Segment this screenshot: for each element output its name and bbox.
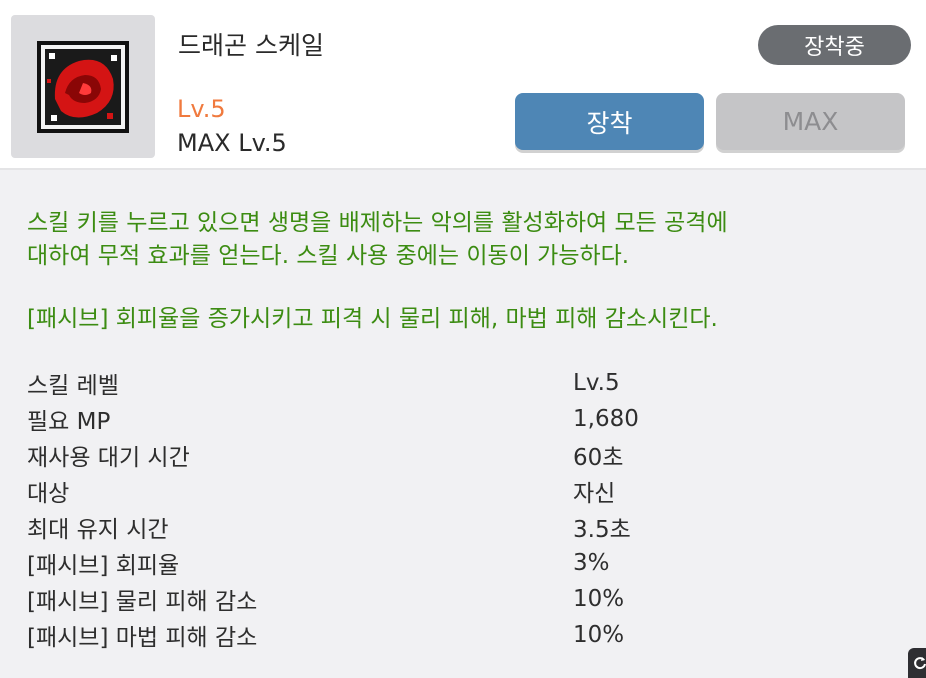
stat-row: 대상 자신 bbox=[27, 473, 887, 509]
refresh-icon[interactable] bbox=[908, 648, 926, 678]
stat-label: 최대 유지 시간 bbox=[27, 517, 169, 543]
header-divider bbox=[0, 168, 926, 170]
stat-label: [패시브] 물리 피해 감소 bbox=[27, 589, 258, 615]
dragon-skill-icon bbox=[37, 40, 129, 133]
stat-value: 3% bbox=[573, 550, 610, 576]
equip-button[interactable]: 장착 bbox=[515, 93, 704, 150]
stat-value: 3.5초 bbox=[573, 517, 631, 543]
stat-row: 재사용 대기 시간 60초 bbox=[27, 437, 887, 473]
passive-description: [패시브] 회피율을 증가시키고 피격 시 물리 피해, 마법 피해 감소시킨다… bbox=[27, 306, 718, 332]
stat-label: 대상 bbox=[27, 481, 70, 507]
equipped-badge: 장착중 bbox=[758, 25, 911, 65]
stat-row: [패시브] 회피율 3% bbox=[27, 545, 887, 581]
skill-description: 스킬 키를 누르고 있으면 생명을 배제하는 악의를 활성화하여 모든 공격에 … bbox=[27, 207, 907, 273]
stat-row: 필요 MP 1,680 bbox=[27, 401, 887, 437]
stat-row: [패시브] 물리 피해 감소 10% bbox=[27, 581, 887, 617]
stat-value: 10% bbox=[573, 622, 625, 648]
stat-label: 스킬 레벨 bbox=[27, 373, 119, 399]
max-level: MAX Lv.5 bbox=[177, 129, 287, 157]
stat-row: [패시브] 마법 피해 감소 10% bbox=[27, 617, 887, 653]
skill-name: 드래곤 스케일 bbox=[178, 31, 324, 60]
stat-value: Lv.5 bbox=[573, 370, 620, 396]
stat-label: 재사용 대기 시간 bbox=[27, 445, 190, 471]
stat-row: 최대 유지 시간 3.5초 bbox=[27, 509, 887, 545]
current-level: Lv.5 bbox=[177, 95, 226, 123]
stat-value: 1,680 bbox=[573, 406, 639, 432]
stat-row: 스킬 레벨 Lv.5 bbox=[27, 365, 887, 401]
description-line: 대하여 무적 효과를 얻는다. 스킬 사용 중에는 이동이 가능하다. bbox=[27, 243, 630, 269]
stat-label: [패시브] 마법 피해 감소 bbox=[27, 625, 258, 651]
max-level-button[interactable]: MAX bbox=[716, 93, 905, 150]
description-line: 스킬 키를 누르고 있으면 생명을 배제하는 악의를 활성화하여 모든 공격에 bbox=[27, 210, 728, 236]
stat-label: 필요 MP bbox=[27, 409, 111, 435]
skill-header: 드래곤 스케일 Lv.5 MAX Lv.5 장착중 장착 MAX bbox=[0, 0, 926, 168]
skill-icon-frame bbox=[11, 15, 155, 158]
stats-list: 스킬 레벨 Lv.5 필요 MP 1,680 재사용 대기 시간 60초 대상 … bbox=[27, 365, 887, 653]
stat-value: 10% bbox=[573, 586, 625, 612]
stat-value: 자신 bbox=[573, 481, 616, 507]
stat-label: [패시브] 회피율 bbox=[27, 553, 180, 579]
stat-value: 60초 bbox=[573, 445, 624, 471]
